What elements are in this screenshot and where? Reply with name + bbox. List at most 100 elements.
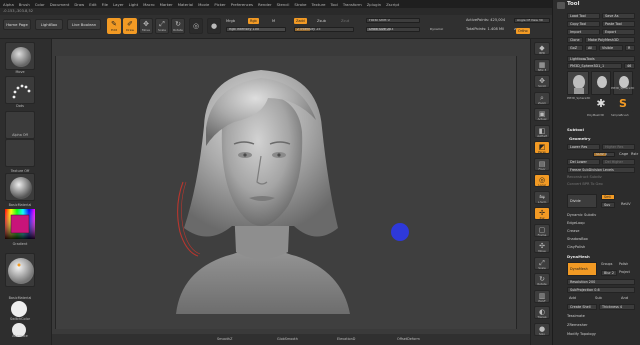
geometry-section[interactable]: Geometry	[569, 136, 591, 141]
transp-button[interactable]: ◐ Transp	[534, 306, 550, 319]
solo-button[interactable]: ● Solo	[534, 322, 550, 336]
actual-button[interactable]: ▣ Actual	[534, 108, 550, 121]
create-shell-button[interactable]: Create Shell	[567, 304, 597, 310]
menu-stroke[interactable]: Stroke	[294, 2, 306, 7]
dynamic-subdiv-section[interactable]: Dynamic Subdiv	[567, 213, 596, 217]
draw-mode-button[interactable]: ✐ Draw	[123, 18, 137, 34]
menu-stencil[interactable]: Stencil	[277, 2, 290, 7]
aahalf-button[interactable]: ◧ AAHalf	[534, 124, 550, 138]
blur-slider[interactable]: Blur 2	[601, 270, 617, 276]
copy-tool-button[interactable]: Copy Tool	[567, 21, 600, 27]
edit-mode-button[interactable]: ✎ Edit	[107, 18, 121, 34]
menu-layer[interactable]: Layer	[113, 2, 124, 7]
lightbox-tools-button[interactable]: Lightbox▸Tools	[567, 56, 635, 62]
main-color-swatch[interactable]	[11, 301, 27, 317]
home-page-button[interactable]: Home Page	[3, 19, 31, 30]
tessimate-section[interactable]: Tessimate	[567, 314, 585, 318]
rotate-mode-button[interactable]: ↻ Rotate	[171, 18, 185, 34]
document-canvas[interactable]	[55, 56, 517, 329]
menu-picker[interactable]: Picker	[214, 2, 225, 7]
menu-texture[interactable]: Texture	[312, 2, 326, 7]
current-tool-name[interactable]: PM3D_Sphere3D1_1	[567, 63, 622, 69]
brush-smoothz[interactable]: SmoothZ	[217, 337, 232, 341]
menu-alpha[interactable]: Alpha	[3, 2, 14, 7]
del-higher-button[interactable]: Del Higher	[602, 159, 635, 165]
modify-topology-section[interactable]: Modify Topology	[567, 332, 596, 336]
menu-zplugin[interactable]: Zplugin	[367, 2, 381, 7]
floor-button[interactable]: ▤ Floor	[534, 157, 550, 171]
groups-toggle[interactable]: Groups	[601, 262, 612, 266]
menu-material[interactable]: Material	[178, 2, 193, 7]
material-preview[interactable]	[5, 253, 35, 287]
alternate-label[interactable]: Alternate	[3, 334, 37, 338]
menu-light[interactable]: Light	[129, 2, 138, 7]
import-button[interactable]: Import	[567, 29, 600, 35]
scroll-button[interactable]: ✥ Scroll	[534, 75, 550, 88]
scale-button[interactable]: ⤢ Scale	[534, 256, 550, 270]
menu-edit[interactable]: Edit	[89, 2, 96, 7]
r-button[interactable]: R	[625, 45, 635, 51]
frame-button[interactable]: ▢ Frame	[534, 223, 550, 237]
menu-render[interactable]: Render	[258, 2, 272, 7]
menu-zscript[interactable]: Zscript	[386, 2, 399, 7]
live-boolean-button[interactable]: Live Boolean	[67, 19, 101, 30]
polish-toggle[interactable]: Polish	[619, 262, 628, 266]
menu-macro[interactable]: Macro	[143, 2, 155, 7]
convert-bpr-button[interactable]: Convert BPR To Geo	[567, 182, 603, 186]
polymesh-thumb[interactable]: ✱	[591, 98, 611, 112]
suv-toggle[interactable]: Suv	[601, 202, 615, 208]
and-button[interactable]: And	[621, 296, 628, 300]
xyz-button[interactable]: ✢ Xyz	[534, 207, 550, 220]
sculpt-model[interactable]	[56, 56, 518, 329]
menu-tool[interactable]: Tool	[330, 2, 337, 7]
menu-marker[interactable]: Marker	[160, 2, 173, 7]
thickness-slider[interactable]: Thickness 4	[599, 304, 635, 310]
tool-thumb-sphere-2[interactable]	[613, 71, 633, 95]
dynamesh-section[interactable]: DynaMesh	[567, 254, 590, 259]
sub-button[interactable]: Sub	[595, 296, 602, 300]
add-button[interactable]: Add	[569, 296, 576, 300]
sdiv-slider[interactable]: SDiv 3	[593, 152, 615, 157]
z-intensity-slider[interactable]: Z Intensity 25	[294, 27, 354, 32]
scale-mode-button[interactable]: ⤢ Scale	[155, 18, 169, 34]
switch-color-label[interactable]: SwitchColor	[3, 317, 37, 321]
menu-transform[interactable]: Transform	[343, 2, 362, 7]
clone-button[interactable]: Clone	[567, 37, 583, 43]
higher-res-button[interactable]: Higher Res	[602, 144, 635, 150]
rstr-button[interactable]: Rstr	[631, 152, 638, 156]
draw-size-slider[interactable]: Draw Size 283	[366, 27, 420, 32]
brush-offsetdeform[interactable]: OffsetDeform	[397, 337, 420, 341]
spix-3-button[interactable]: ▦ SPix 3	[534, 58, 550, 72]
zremesher-section[interactable]: ZRemesher	[567, 323, 588, 327]
move-button[interactable]: ✣ Move	[534, 240, 550, 253]
mrgb-toggle[interactable]: Mrgb	[226, 19, 235, 23]
focal-shift-slider[interactable]: Focal Shift 0	[366, 18, 420, 23]
visible-button[interactable]: Visible	[599, 45, 623, 51]
move-mode-button[interactable]: ✥ Move	[139, 18, 153, 34]
tool-menu-icon[interactable]	[557, 2, 565, 9]
shadowbox-section[interactable]: ShadowBox	[567, 237, 588, 241]
persp-button[interactable]: ◩ Persp	[534, 141, 550, 154]
menu-file[interactable]: File	[102, 2, 108, 7]
divide-button[interactable]: Divide	[567, 194, 597, 208]
subprojection-slider[interactable]: SubProjection 0.6	[567, 287, 635, 293]
del-lower-button[interactable]: Del Lower	[567, 159, 600, 165]
goz-button[interactable]: GoZ	[567, 45, 583, 51]
local-button[interactable]: ◎ Local	[534, 174, 550, 187]
dynamic-toggle[interactable]: Dynamic	[430, 27, 443, 31]
export-button[interactable]: Export	[602, 29, 635, 35]
zsub-toggle[interactable]: Zsub	[317, 19, 326, 23]
m-toggle[interactable]: M	[272, 19, 275, 23]
brush-elevationd[interactable]: ElevationD	[337, 337, 355, 341]
cage-button[interactable]: Cage	[619, 152, 628, 156]
save-as-button[interactable]: Save As	[602, 13, 635, 19]
load-tool-button[interactable]: Load Tool	[567, 13, 600, 19]
resolution-slider[interactable]: Resolution 200	[567, 279, 635, 285]
polyf-button[interactable]: ▥ PolyF	[534, 289, 550, 303]
lightbox-button[interactable]: LightBox	[35, 19, 63, 30]
make-polymesh-button[interactable]: Make PolyMesh3D	[585, 37, 635, 43]
simplebrush-thumb[interactable]: S	[613, 98, 633, 112]
bpr-button[interactable]: ◆ BPR	[534, 42, 550, 55]
zcut-toggle[interactable]: Zcut	[341, 19, 349, 23]
gyro-button[interactable]: ◎	[189, 18, 203, 34]
